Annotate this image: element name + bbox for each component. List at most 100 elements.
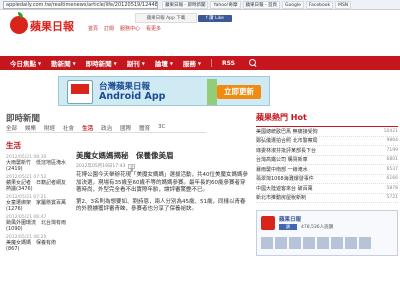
nav-item-service[interactable]: 服務 ▼ (183, 58, 201, 68)
tab-international[interactable]: 國際 (120, 124, 131, 132)
view-count: 6537 (386, 166, 398, 172)
news-headline[interactable]: 美魔女媽媽 保養有術(867) (6, 240, 68, 252)
list-item[interactable]: 新北市推動房屋稅新制 5721 (256, 194, 398, 203)
avatar[interactable] (261, 237, 273, 249)
view-count: 6801 (386, 157, 398, 163)
site-logo[interactable]: 蘋果日報 (6, 12, 74, 38)
list-item[interactable]: 2012/05/21 07:52 蘋果女記者 日籍記者網友熱議(3476) (6, 175, 68, 192)
banner-subtitle: Android App (99, 91, 166, 102)
tab-politics[interactable]: 政治 (101, 124, 112, 132)
news-headline[interactable]: 女童遭綁架 家屬懸賞百萬(1276) (6, 200, 68, 212)
list-item[interactable]: 暴雨襲中南部 一線淹水 6537 (256, 165, 398, 175)
chevron-down-icon: ▼ (72, 60, 76, 66)
tab-life[interactable]: 生活 (82, 124, 93, 132)
article-date: 2012年05月19日17:43 (76, 164, 126, 169)
list-item[interactable]: 2012/05/21 06:47 颱風外圍環流 北台灣有雨(1090) (6, 215, 68, 232)
hot-heading: 蘋果熱門 Hot (256, 112, 398, 123)
chevron-down-icon: ▼ (38, 60, 42, 66)
tab-society[interactable]: 社會 (63, 124, 74, 132)
tab-finance[interactable]: 財經 (44, 124, 55, 132)
rss-label: RSS (221, 59, 235, 67)
avatar[interactable] (289, 237, 301, 249)
article-paragraph: 花博公園今天舉辦花現「美魔女媽媽」選拔活動，共40位美魔女媽媽參加決選，現場有3… (76, 172, 249, 193)
facebook-like-button[interactable]: 讚 (279, 224, 297, 230)
hot-headline[interactable]: 翡翠灣1068海灘爆發事件 (256, 175, 314, 182)
list-item[interactable]: 鄭弘儀遭拍合照 北市警察局 9864 (256, 137, 398, 146)
header-link[interactable]: 訂閱 (104, 25, 114, 32)
hot-headline[interactable]: 鄭弘儀遭拍合照 北市警察局 (256, 137, 318, 144)
facebook-like-button[interactable]: f 讚 Like (198, 15, 232, 22)
news-headline[interactable]: 大雨襲新竹 低窪地區淹水(2419) (6, 160, 68, 172)
hot-headline[interactable]: 美國總統歐巴馬 無痛接受狗 (256, 128, 318, 135)
category-tabs: 全部 娛樂 財經 社會 生活 政治 國際 體育 3C (6, 124, 206, 133)
avatar[interactable] (317, 237, 329, 249)
tab-sports[interactable]: 體育 (139, 124, 150, 132)
facebook-page-name[interactable]: 蘋果日報 (279, 215, 301, 223)
header-link[interactable]: 看更多 (146, 25, 161, 32)
list-item[interactable]: 翡翠灣1068海灘爆發事件 6166 (256, 175, 398, 184)
news-headline[interactable]: 蘋果女記者 日籍記者網友熱議(3476) (6, 180, 68, 192)
avatar[interactable] (331, 237, 343, 249)
nav-item-forum[interactable]: 論壇 ▼ (155, 58, 173, 68)
nav-item-realtime[interactable]: 即時新聞 ▼ (86, 58, 117, 68)
page-avatar (261, 216, 275, 230)
avatar[interactable] (359, 237, 371, 249)
bookmark-item[interactable]: Yahoo!奇摩 (210, 1, 241, 9)
bookmark-item[interactable]: Google (282, 1, 304, 9)
chevron-down-icon: ▼ (113, 60, 117, 66)
hot-headline[interactable]: 台灣高鐵公司 購買新車 (256, 156, 308, 163)
news-sidebar: 生活 2012/05/21 08:30 大雨襲新竹 低窪地區淹水(2419) 2… (6, 140, 68, 300)
bookmark-item[interactable]: 蘋果日報 - 即時新聞 (162, 1, 209, 9)
nav-item-video[interactable]: 動新聞 ▼ (51, 58, 76, 68)
hot-list: 美國總統歐巴馬 無痛接受狗 10421 鄭弘儀遭拍合照 北市警察局 9864 綠委林… (256, 126, 398, 203)
update-now-button[interactable]: 立即更新 (217, 85, 261, 99)
list-item[interactable]: 2012/05/21 08:30 大雨襲新竹 低窪地區淹水(2419) (6, 155, 68, 172)
view-count: 10421 (383, 128, 398, 134)
facebook-widget: 蘋果日報 讚 478,536人說讚 (256, 210, 398, 256)
like-count: 478,536人說讚 (301, 225, 334, 230)
bookmark-item[interactable]: MSN (335, 1, 352, 9)
hot-sidebar: 蘋果熱門 Hot 美國總統歐巴馬 無痛接受狗 10421 鄭弘儀遭拍合照 北市警察… (256, 112, 398, 300)
bookmark-item[interactable]: Facebook (305, 1, 334, 9)
phone-icon (67, 80, 93, 104)
bookmarks-bar: 蘋果日報 - 即時新聞 Yahoo!奇摩 蘋果日報 - 首頁 Google Fa… (162, 1, 400, 9)
header-ad[interactable]: 蘋果日報 App 下載 (135, 13, 197, 23)
nav-divider (210, 59, 212, 67)
tab-entertainment[interactable]: 娛樂 (25, 124, 36, 132)
header-link[interactable]: 服務中心 (120, 25, 140, 32)
tab-all[interactable]: 全部 (6, 124, 17, 132)
list-item[interactable]: 美國總統歐巴馬 無痛接受狗 10421 (256, 127, 398, 137)
article-paragraph: 第2、3名則為想要如、劉詩恩，兩人分別為45歲、51歲，同樣以青春的外貌擄獲評審… (76, 198, 246, 213)
android-app-banner[interactable]: 台灣蘋果日報 Android App 立即更新 (58, 76, 270, 106)
chevron-down-icon: ▼ (141, 60, 145, 66)
nav-item-today[interactable]: 今日焦點 ▼ (10, 58, 41, 68)
avatar[interactable] (275, 237, 287, 249)
bookmark-item[interactable]: 蘋果日報 - 首頁 (242, 1, 281, 9)
list-item[interactable]: 台灣高鐵公司 購買新車 6801 (256, 156, 398, 165)
header-link[interactable]: 首頁 (88, 25, 98, 32)
list-item[interactable]: 2012/05/21 06:20 美魔女媽媽 保養有術(867) (6, 235, 68, 252)
hot-headline[interactable]: 新北市推動房屋稅新制 (256, 194, 306, 201)
list-item[interactable]: 綠委林淑芬批評某部長下台 7199 (256, 146, 398, 156)
address-bar[interactable]: appledaily.com.tw/realtimenews/article/l… (3, 1, 158, 9)
site-header: 蘋果日報 蘋果日報 App 下載 f 讚 Like 首頁 訂閱 服務中心 看更多 (0, 10, 400, 44)
hot-headline[interactable]: 暴雨襲中南部 一線淹水 (256, 166, 308, 173)
news-headline[interactable]: 颱風外圍環流 北台灣有雨(1090) (6, 220, 68, 232)
hot-badge: Hot (290, 113, 307, 122)
list-item[interactable]: 中國大陸遊客來台 破百萬 5878 (256, 184, 398, 194)
avatar[interactable] (303, 237, 315, 249)
nav-item-rss[interactable]: RSS (222, 60, 235, 67)
tab-3c[interactable]: 3C (158, 124, 165, 132)
logo-text: 蘋果日報 (30, 20, 74, 33)
nav-item-supplement[interactable]: 副刊 ▼ (127, 58, 145, 68)
hot-headline[interactable]: 中國大陸遊客來台 破百萬 (256, 185, 313, 192)
article-meta: 2012年05月19日17:43 分享 (76, 163, 248, 173)
list-item[interactable]: 2012/05/21 07:21 女童遭綁架 家屬懸賞百萬(1276) (6, 195, 68, 212)
share-icon[interactable]: 分享 (128, 163, 136, 173)
search-icon[interactable] (248, 59, 257, 67)
article: 美魔女媽媽揭秘 保養像美眉 2012年05月19日17:43 分享 花博公園今天… (76, 150, 248, 300)
hot-headline[interactable]: 綠委林淑芬批評某部長下台 (256, 147, 316, 154)
main-nav: 今日焦點 ▼ 動新聞 ▼ 即時新聞 ▼ 副刊 ▼ 論壇 ▼ 服務 ▼ RSS (0, 56, 400, 70)
hot-heading-text: 蘋果熱門 (256, 113, 288, 122)
avatar[interactable] (345, 237, 357, 249)
